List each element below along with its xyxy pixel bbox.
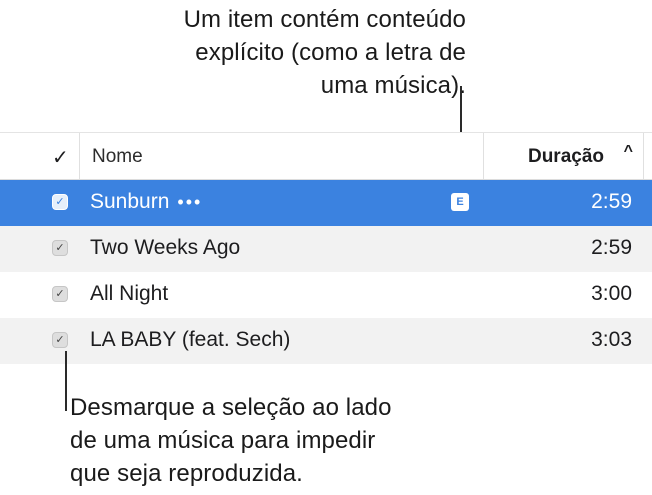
song-title-text: Sunburn [90, 190, 170, 213]
column-divider[interactable] [643, 133, 644, 179]
explicit-content-callout: Um item contém conteúdo explícito (como … [184, 3, 466, 102]
song-checkbox[interactable]: ✓ [52, 240, 68, 256]
song-checkbox[interactable]: ✓ [52, 194, 68, 210]
sort-ascending-icon[interactable]: ^ [624, 143, 633, 161]
checkmark-column-header[interactable]: ✓ [52, 145, 69, 170]
duration-column-header[interactable]: Duração [528, 146, 604, 168]
callout-text: explícito (como a letra de [195, 39, 466, 66]
more-options-icon[interactable]: ••• [177, 192, 202, 212]
song-duration: 2:59 [591, 236, 632, 259]
song-checkbox[interactable]: ✓ [52, 286, 68, 302]
callout-text: que seja reproduzida. [70, 460, 303, 487]
song-row[interactable]: ✓ Two Weeks Ago 2:59 [0, 226, 652, 272]
song-row[interactable]: ✓ All Night 3:00 [0, 272, 652, 318]
song-duration: 3:03 [591, 328, 632, 351]
callout-text: uma música). [320, 72, 466, 99]
song-row[interactable]: ✓ LA BABY (feat. Sech) 3:03 [0, 318, 652, 364]
callout-text: Um item contém conteúdo [183, 6, 466, 33]
name-column-header[interactable]: Nome [92, 146, 143, 168]
song-title: Two Weeks Ago [90, 236, 241, 259]
song-row[interactable]: ✓ Sunburn ••• E 2:59 [0, 180, 652, 226]
callout-text: de uma música para impedir [70, 427, 376, 454]
column-divider[interactable] [79, 133, 80, 179]
song-title: LA BABY (feat. Sech) [90, 328, 291, 351]
song-duration: 3:00 [591, 282, 632, 305]
song-checkbox[interactable]: ✓ [52, 332, 68, 348]
list-header: ✓ Nome Duração ^ [0, 132, 652, 180]
explicit-badge-icon: E [451, 193, 469, 211]
song-list: ✓ Nome Duração ^ ✓ Sunburn ••• E 2:59 ✓ T… [0, 132, 652, 364]
song-title: Sunburn ••• [90, 190, 202, 214]
column-divider[interactable] [483, 133, 484, 179]
song-title: All Night [90, 282, 169, 305]
callout-text: Desmarque a seleção ao lado [70, 394, 392, 421]
song-duration: 2:59 [591, 190, 632, 213]
uncheck-song-callout: Desmarque a seleção ao lado de uma músic… [70, 391, 392, 490]
callout-leader-line [65, 351, 67, 411]
